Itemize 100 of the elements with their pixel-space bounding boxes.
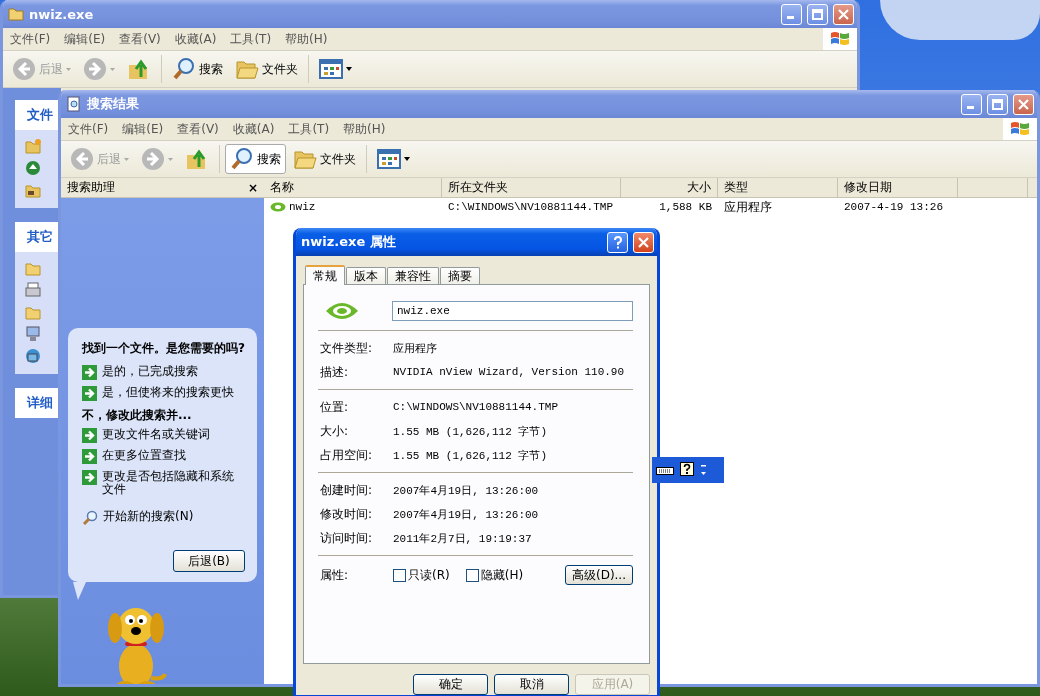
help-button[interactable] (607, 231, 628, 253)
size-cell-text: 1,588 KB (658, 201, 713, 213)
search-icon (172, 57, 196, 81)
help-icon (612, 235, 623, 249)
caret-icon (66, 67, 71, 71)
checkbox[interactable]: 只读(R) (393, 566, 450, 584)
property-value: 2007年4月19日, 13:26:00 (393, 507, 539, 522)
language-bar[interactable] (652, 457, 724, 483)
windows-logo-icon (1010, 120, 1030, 138)
back-button[interactable]: 后退(B) (173, 550, 245, 572)
shared-folder-icon[interactable] (25, 182, 41, 198)
minimize-icon (787, 16, 794, 19)
menu-item[interactable]: 收藏(A) (225, 120, 282, 138)
option-link[interactable]: 是的，已完成搜索 (102, 365, 198, 378)
window-title: 搜索结果 (87, 95, 140, 113)
close-icon (1018, 98, 1029, 110)
option-link[interactable]: 更改文件名或关键词 (102, 428, 210, 441)
task-pane-title[interactable]: 其它 (15, 222, 61, 252)
minimize-button[interactable] (781, 3, 802, 25)
menu-item[interactable]: 工具(T) (223, 30, 279, 48)
tab[interactable]: 常规 (305, 265, 345, 285)
dialog-button[interactable]: 确定 (413, 674, 488, 695)
arrow-icon (82, 386, 97, 401)
close-pane-button[interactable]: × (247, 180, 258, 195)
search-icon (82, 510, 98, 526)
menu-item[interactable]: 编辑(E) (115, 120, 171, 138)
close-icon (838, 8, 849, 20)
computer-icon[interactable] (25, 326, 41, 342)
arrow-icon (82, 365, 97, 380)
close-icon (638, 236, 649, 248)
menu-item[interactable]: 编辑(E) (57, 30, 113, 48)
dialog-button[interactable]: 取消 (494, 674, 569, 695)
file-name[interactable]: nwiz (289, 201, 316, 213)
date-cell-text: 2007-4-19 13:26 (843, 201, 945, 213)
property-label: 位置: (319, 398, 350, 416)
globe-icon[interactable] (25, 160, 41, 176)
property-value: 应用程序 (393, 341, 437, 356)
checkbox[interactable]: 隐藏(H) (465, 566, 524, 584)
keyboard-icon[interactable] (656, 465, 674, 475)
search-icon (230, 147, 254, 171)
menu-item[interactable]: 查看(V) (112, 30, 168, 48)
advanced-button[interactable]: 高级(D)... (564, 565, 633, 585)
property-value: 2007年4月19日, 13:26:00 (393, 483, 539, 498)
search-button[interactable]: 搜索 (167, 54, 228, 84)
maximize-button[interactable] (987, 93, 1008, 115)
folders-button[interactable]: 文件夹 (288, 144, 361, 174)
property-value: 2011年2月7日, 19:19:37 (393, 531, 532, 546)
task-pane-title[interactable]: 文件 (15, 100, 61, 130)
folders-button[interactable]: 文件夹 (230, 54, 303, 84)
tab[interactable]: 版本 (346, 267, 386, 284)
tab[interactable]: 摘要 (440, 267, 480, 284)
type-cell-text: 应用程序 (723, 198, 773, 216)
property-value: 1.55 MB (1,626,112 字节) (393, 448, 548, 463)
close-button[interactable] (833, 3, 854, 25)
maximize-button[interactable] (807, 3, 828, 25)
column-header[interactable]: 大小 (621, 178, 718, 197)
property-label: 占用空间: (319, 446, 374, 464)
eye-logo-icon (326, 301, 358, 321)
network-icon[interactable] (25, 348, 41, 364)
column-header[interactable]: 所在文件夹 (442, 178, 621, 197)
task-pane-title[interactable]: 详细 (15, 388, 61, 418)
file-name-field[interactable]: nwiz.exe (392, 301, 633, 321)
minimize-button[interactable] (961, 93, 982, 115)
close-button[interactable] (1013, 93, 1034, 115)
view-grid-icon (377, 149, 411, 169)
help-icon[interactable] (680, 462, 694, 478)
menu-item[interactable]: 文件(F) (61, 120, 116, 138)
arrow-icon (82, 428, 97, 443)
tab[interactable]: 兼容性 (387, 267, 439, 284)
property-label: 属性: (319, 566, 350, 584)
property-label: 创建时间: (319, 481, 374, 499)
option-link[interactable]: 在更多位置查找 (102, 449, 186, 462)
column-header[interactable]: 类型 (718, 178, 838, 197)
menu-item[interactable]: 收藏(A) (167, 30, 224, 48)
menu-item[interactable]: 帮助(H) (336, 120, 393, 138)
option-link[interactable]: 更改是否包括隐藏和系统文件 (102, 470, 245, 496)
menu-item[interactable]: 查看(V) (170, 120, 226, 138)
menu-item[interactable]: 文件(F) (3, 30, 58, 48)
arrow-icon (82, 470, 97, 485)
menu-item[interactable]: 工具(T) (281, 120, 337, 138)
option-link[interactable]: 开始新的搜索(N) (103, 510, 194, 523)
option-link[interactable]: 是，但使将来的搜索更快 (102, 386, 234, 399)
property-label: 文件类型: (319, 339, 374, 357)
minimize-icon (967, 106, 974, 109)
pane-title: 搜索助理 (67, 179, 115, 196)
column-header[interactable]: 修改日期 (838, 178, 958, 197)
maximize-icon (992, 98, 1003, 110)
property-value: 1.55 MB (1,626,112 字节) (393, 424, 548, 439)
menu-item[interactable]: 帮助(H) (278, 30, 335, 48)
options-arrow-icon[interactable] (700, 464, 707, 476)
folder-icon (8, 7, 24, 21)
column-header[interactable]: 名称 (264, 178, 442, 197)
windows-logo-icon (830, 30, 850, 48)
property-label: 大小: (319, 422, 350, 440)
maximize-icon (812, 8, 823, 20)
folder-icon (235, 58, 259, 80)
close-button[interactable] (633, 231, 654, 253)
property-label: 访问时间: (319, 529, 374, 547)
search-button[interactable]: 搜索 (225, 144, 286, 174)
printer-icon[interactable] (25, 282, 41, 298)
